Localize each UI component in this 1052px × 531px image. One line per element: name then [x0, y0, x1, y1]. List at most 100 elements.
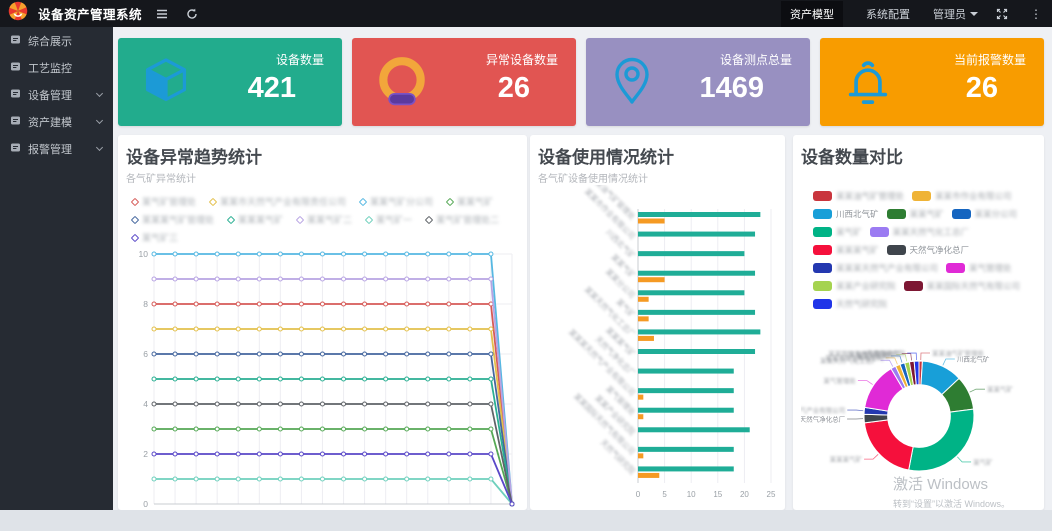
svg-text:25: 25 [767, 490, 776, 499]
user-name: 管理员 [933, 6, 966, 22]
diamond-marker [209, 197, 217, 205]
color-chip [912, 191, 931, 201]
main-content: 设备数量421异常设备数量26设备测点总量1469当前报警数量26 设备异常趋势… [113, 27, 1052, 531]
sidebar-item-alarm-mgmt[interactable]: 报警管理 [0, 135, 113, 162]
legend-label: 某气矿管理处二 [436, 213, 499, 226]
legend-item[interactable]: 某气矿三 [132, 231, 178, 244]
legend-label: 某某某气矿 [238, 213, 283, 226]
user-menu[interactable]: 管理员 [933, 6, 978, 22]
chevron-down-icon [96, 90, 103, 97]
legend-item[interactable]: 天然气净化总厂 [887, 244, 970, 256]
cube-icon [140, 52, 192, 113]
stat-card-label: 异常设备数量 [486, 51, 558, 68]
collapse-menu-icon[interactable] [152, 4, 172, 24]
bell-icon [842, 52, 894, 115]
nav-system-config[interactable]: 系统配置 [857, 1, 919, 27]
legend-item[interactable]: 某某气矿二 [297, 213, 352, 226]
legend-item[interactable]: 川西北气矿 [813, 208, 879, 220]
svg-text:0: 0 [636, 490, 641, 499]
legend-label: 某气矿一 [376, 213, 412, 226]
diamond-marker [425, 215, 433, 223]
legend-item[interactable]: 天然气研究院 [813, 298, 887, 310]
legend-item[interactable]: 某某市天然气产业有限责任公司 [210, 195, 346, 208]
svg-text:6: 6 [143, 349, 148, 359]
line-chart: 02468102022-09-102022-09-132022-09-16202… [126, 246, 519, 531]
legend-item[interactable]: 某某油气矿管理处 [813, 190, 904, 202]
svg-text:5: 5 [662, 490, 667, 499]
sidebar-item-device-mgmt[interactable]: 设备管理 [0, 81, 113, 108]
bar-chart: 0510152025某某油气矿管理处某某市作业有限公司川西北气矿某某气矿某某分公… [538, 185, 777, 507]
panel-abnormal-trend: 设备异常趋势统计 各气矿异常统计 某气矿管理处某某市天然气产业有限责任公司某某气… [118, 135, 527, 510]
color-chip [813, 299, 832, 309]
legend-label: 某某气矿 [457, 195, 493, 208]
legend-item[interactable]: 某某市作业有限公司 [912, 190, 1012, 202]
legend-item[interactable]: 某气矿一 [366, 213, 412, 226]
sidebar-item-label: 资产建模 [28, 114, 72, 130]
legend-item[interactable]: 某气矿 [813, 226, 862, 238]
legend-label: 某气矿三 [142, 231, 178, 244]
svg-text:15: 15 [713, 490, 722, 499]
legend-label: 某某市作业有限公司 [935, 190, 1012, 202]
svg-text:天然气净化总厂: 天然气净化总厂 [801, 414, 846, 423]
svg-text:某某气矿: 某某气矿 [987, 385, 1014, 394]
legend-label: 某气矿 [836, 226, 862, 238]
sidebar-item-label: 综合展示 [28, 33, 72, 49]
menu-icon [10, 34, 21, 48]
legend-label: 某某市天然气产业有限责任公司 [220, 195, 346, 208]
svg-text:10: 10 [139, 249, 149, 259]
refresh-icon[interactable] [182, 4, 202, 24]
topbar: 设备资产管理系统 资产模型 系统配置 管理员 ⋮ [0, 0, 1052, 27]
stat-card-abnormal-device-count: 异常设备数量 26 [352, 38, 576, 126]
stat-card-measure-point-count: 设备测点总量1469 [586, 38, 810, 126]
legend-label: 天然气研究院 [836, 298, 887, 310]
sidebar: 综合展示工艺监控设备管理资产建模报警管理 [0, 27, 113, 531]
svg-text:某某某气矿: 某某某气矿 [830, 455, 863, 464]
diamond-marker [131, 197, 139, 205]
color-chip [952, 209, 971, 219]
color-chip [887, 209, 906, 219]
legend-item[interactable]: 某气矿管理处二 [426, 213, 499, 226]
legend-label: 某某气矿 [910, 208, 944, 220]
fullscreen-icon[interactable] [992, 4, 1012, 24]
diamond-marker [227, 215, 235, 223]
donut-chart: 某某油气矿管理处川西北气矿某某气矿某气矿某某某气矿天然气净化总厂某某某天然气产业… [801, 312, 1036, 517]
sidebar-item-overview[interactable]: 综合展示 [0, 27, 113, 54]
legend-item[interactable]: 某某天然气化工总厂 [870, 226, 970, 238]
panel-usage: 设备使用情况统计 各气矿设备使用情况统计 0510152025某某油气矿管理处某… [530, 135, 785, 510]
petrochina-logo [8, 1, 28, 26]
legend-label: 某某天然气化工总厂 [893, 226, 970, 238]
legend-label: 某某某天然气产业有限公司 [836, 262, 938, 274]
sidebar-item-asset-model[interactable]: 资产建模 [0, 108, 113, 135]
nav-asset-model[interactable]: 资产模型 [781, 1, 843, 27]
kebab-menu-icon[interactable]: ⋮ [1026, 7, 1046, 21]
legend-item[interactable]: 某某产业研究院 [813, 280, 896, 292]
color-chip [813, 209, 832, 219]
legend-item[interactable]: 某气管理处 [946, 262, 1012, 274]
donut-chart-legend: 某某油气矿管理处 某某市作业有限公司川西北气矿 某某气矿某某分公司某气矿 某某天然气化… [813, 190, 1036, 310]
stat-card-value: 26 [498, 72, 530, 105]
color-chip [813, 191, 832, 201]
menu-icon [10, 61, 21, 75]
legend-item[interactable]: 某某国际天然气有限公司 [904, 280, 1021, 292]
diamond-marker [359, 197, 367, 205]
legend-item[interactable]: 某某某气矿 [228, 213, 283, 226]
legend-item[interactable]: 某某分公司 [952, 208, 1018, 220]
stat-card-device-count: 设备数量421 [118, 38, 342, 126]
svg-text:某气矿: 某气矿 [973, 457, 993, 466]
diamond-marker [131, 215, 139, 223]
svg-text:某气管理处: 某气管理处 [823, 376, 856, 385]
line-chart-legend: 某气矿管理处某某市天然气产业有限责任公司某某气矿分公司某某气矿某某某气矿管理处某… [132, 195, 519, 244]
legend-label: 某某某气矿 [836, 244, 879, 256]
legend-item[interactable]: 某某气矿 [447, 195, 493, 208]
legend-item[interactable]: 某某某气矿 [813, 244, 879, 256]
legend-item[interactable]: 某某某气矿管理处 [132, 213, 214, 226]
legend-item[interactable]: 某某气矿分公司 [360, 195, 433, 208]
legend-item[interactable]: 某某某天然气产业有限公司 [813, 262, 938, 274]
sidebar-item-process-monitor[interactable]: 工艺监控 [0, 54, 113, 81]
legend-item[interactable]: 某某气矿 [887, 208, 944, 220]
color-chip [813, 245, 832, 255]
chevron-down-icon [970, 12, 978, 16]
diamond-marker [365, 215, 373, 223]
legend-item[interactable]: 某气矿管理处 [132, 195, 196, 208]
stat-card-label: 当前报警数量 [954, 51, 1026, 68]
